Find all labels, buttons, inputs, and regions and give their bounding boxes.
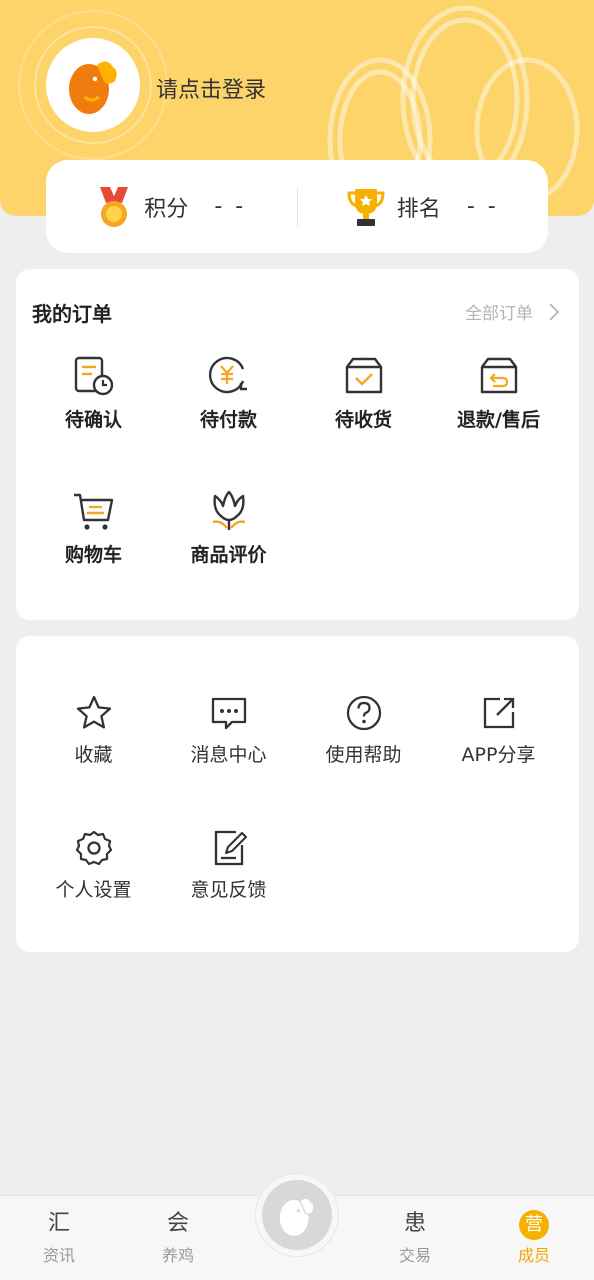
personal-settings[interactable]: 个人设置 [26, 829, 161, 902]
tab-trade-label: 交易 [398, 1246, 431, 1265]
message-center[interactable]: 消息中心 [161, 694, 296, 767]
box-return-icon [480, 357, 517, 394]
box-check-icon [345, 357, 382, 394]
order-pending-confirm[interactable]: 待确认 [26, 355, 161, 432]
star-icon [76, 695, 111, 729]
chick-logo-icon [279, 1197, 315, 1236]
order-pending-payment[interactable]: 待付款 [161, 355, 296, 432]
help-icon [346, 695, 381, 731]
order-item-label: 待确认 [64, 409, 122, 431]
tool-item-label: 意见反馈 [190, 879, 267, 901]
flower-icon [212, 490, 245, 530]
chicken-icon: 会 [166, 1211, 189, 1236]
medal-icon [100, 186, 129, 227]
document-clock-icon [74, 356, 113, 396]
rank-stat[interactable]: 排名 - - [298, 186, 549, 228]
gear-icon [75, 830, 112, 866]
order-item-label: 退款/售后 [457, 409, 540, 431]
news-icon: 汇 [47, 1211, 70, 1236]
rank-label: 排名 [396, 196, 441, 222]
orders-card: 我的订单 全部订单 待确认 待付款 待收货 退款/售后 购物车 商品评价 [16, 269, 579, 620]
tab-chicken[interactable]: 会 养鸡 [138, 1210, 218, 1266]
tool-item-label: 使用帮助 [325, 744, 402, 766]
points-stat[interactable]: 积分 - - [46, 185, 297, 229]
chevron-right-icon [549, 302, 559, 321]
login-prompt[interactable]: 请点击登录 [156, 72, 266, 104]
cart-icon [73, 493, 113, 530]
tab-member[interactable]: 营 成员 [494, 1210, 574, 1266]
message-icon [211, 697, 246, 730]
all-orders-label: 全部订单 [465, 304, 533, 324]
favorites[interactable]: 收藏 [26, 694, 161, 767]
product-review[interactable]: 商品评价 [161, 490, 296, 567]
tool-item-label: 个人设置 [55, 879, 132, 901]
tab-news-label: 资讯 [42, 1246, 75, 1265]
member-icon-badge: 营 [519, 1210, 549, 1240]
order-pending-receipt[interactable]: 待收货 [296, 355, 431, 432]
orders-title: 我的订单 [32, 302, 112, 326]
shopping-cart[interactable]: 购物车 [26, 490, 161, 567]
member-icon: 营 [519, 1210, 549, 1240]
trophy-icon [347, 188, 385, 226]
tool-item-label: 消息中心 [190, 744, 267, 766]
order-item-label: 商品评价 [190, 544, 267, 566]
all-orders-link[interactable]: 全部订单 [465, 299, 559, 324]
trade-icon: 患 [403, 1211, 426, 1236]
usage-help[interactable]: 使用帮助 [296, 694, 431, 767]
tab-trade[interactable]: 患 交易 [375, 1210, 455, 1266]
points-value: - - [214, 194, 247, 219]
tool-item-label: 收藏 [74, 744, 113, 766]
order-item-label: 购物车 [64, 544, 122, 566]
order-refund[interactable]: 退款/售后 [431, 355, 566, 432]
center-home-button[interactable] [255, 1173, 339, 1257]
tool-item-label: APP分享 [461, 744, 536, 766]
stats-card: 积分 - - 排名 - - [46, 160, 548, 253]
feedback[interactable]: 意见反馈 [161, 829, 296, 902]
order-item-label: 待收货 [334, 409, 392, 431]
feedback-icon [214, 830, 247, 866]
tab-member-label: 成员 [517, 1246, 550, 1265]
yuan-clock-icon [208, 356, 247, 394]
app-share[interactable]: APP分享 [431, 694, 566, 767]
tab-news[interactable]: 汇 资讯 [19, 1210, 99, 1266]
center-button-inner [262, 1180, 332, 1250]
rank-value: - - [466, 194, 499, 219]
chick-logo-icon [69, 61, 117, 114]
avatar[interactable] [46, 38, 140, 132]
tools-card: 收藏 消息中心 使用帮助 APP分享 个人设置 意见反馈 [16, 636, 579, 952]
order-item-label: 待付款 [199, 409, 257, 431]
share-icon [483, 697, 514, 729]
points-label: 积分 [144, 196, 189, 222]
tab-chicken-label: 养鸡 [161, 1246, 194, 1265]
